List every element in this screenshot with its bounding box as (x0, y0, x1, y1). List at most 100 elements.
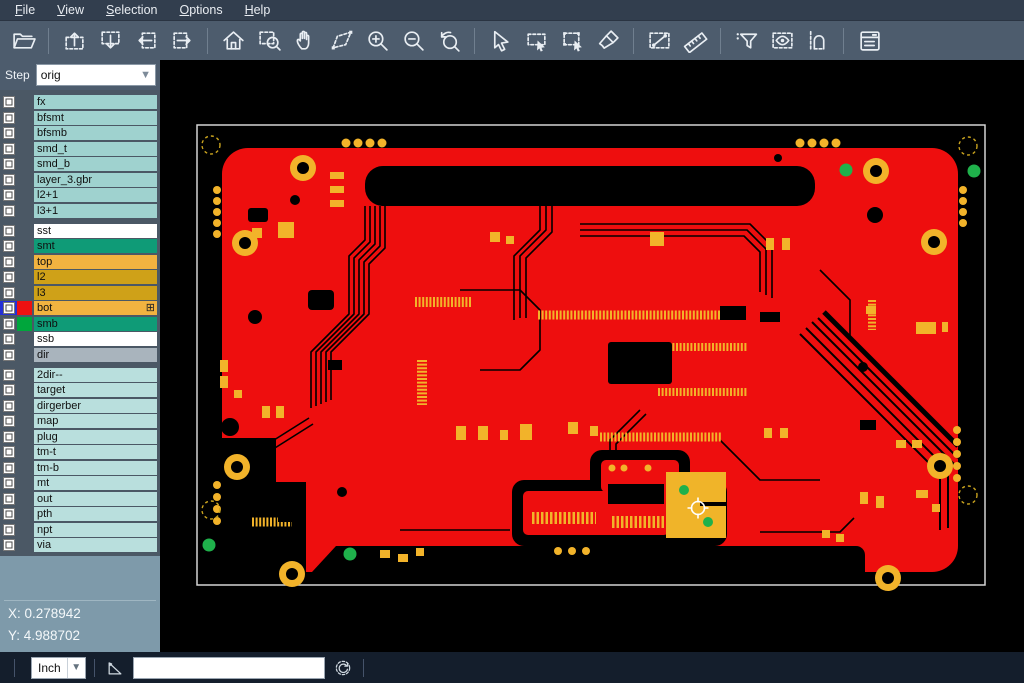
menu-help[interactable]: Help (234, 1, 282, 19)
layer-checkbox[interactable] (0, 507, 17, 521)
chevron-down-icon: ▼ (140, 69, 151, 81)
layer-checkbox[interactable] (0, 95, 17, 109)
layer-group-1: fx bfsmt bfsmb smd_t smd_b layer_3.gbr l… (0, 95, 160, 218)
layer-row-mt[interactable]: mt (0, 476, 160, 490)
layer-row-npt[interactable]: npt (0, 523, 160, 537)
layer-checkbox[interactable] (0, 348, 17, 362)
zoom-window-button[interactable] (254, 26, 284, 56)
layer-row-ssb[interactable]: ssb (0, 332, 160, 346)
layer-checkbox[interactable] (0, 239, 17, 253)
filter-button[interactable] (731, 26, 761, 56)
layer-checkbox[interactable] (0, 255, 17, 269)
layer-row-fx[interactable]: fx (0, 95, 160, 109)
refresh-button[interactable] (331, 656, 355, 680)
layer-checkbox[interactable] (0, 157, 17, 171)
layer-checkbox[interactable] (0, 204, 17, 218)
layer-checkbox[interactable] (0, 111, 17, 125)
layer-checkbox[interactable] (0, 317, 17, 331)
layer-label: l2 (37, 270, 157, 284)
layer-row-dir[interactable]: dir (0, 348, 160, 362)
layer-checkbox[interactable] (0, 270, 17, 284)
layer-row-smb[interactable]: smb (0, 317, 160, 331)
select-rect-button[interactable] (521, 26, 551, 56)
layer-checkbox[interactable] (0, 368, 17, 382)
layer-checkbox[interactable] (0, 286, 17, 300)
select-cursor-button[interactable] (485, 26, 515, 56)
layer-row-top[interactable]: top (0, 255, 160, 269)
step-dropdown[interactable]: orig ▼ (36, 64, 156, 86)
layer-row-sst[interactable]: sst (0, 224, 160, 238)
report-list-button[interactable] (854, 26, 884, 56)
layer-color-swatch (17, 286, 32, 300)
layer-checkbox[interactable] (0, 142, 17, 156)
zoom-previous-button[interactable] (434, 26, 464, 56)
layer-checkbox[interactable] (0, 126, 17, 140)
layer-row-bot[interactable]: bot⊞ (0, 301, 160, 315)
layer-row-via[interactable]: via (0, 538, 160, 552)
layer-row-l3[interactable]: l3 (0, 286, 160, 300)
menu-view[interactable]: View (46, 1, 95, 19)
import-right-button[interactable] (167, 26, 197, 56)
layer-row-smd_b[interactable]: smd_b (0, 157, 160, 171)
layer-checkbox[interactable] (0, 461, 17, 475)
layer-checkbox[interactable] (0, 399, 17, 413)
layer-row-tm-t[interactable]: tm-t (0, 445, 160, 459)
clear-brush-button[interactable] (593, 26, 623, 56)
ruler-button[interactable] (680, 26, 710, 56)
measure-points-button[interactable] (644, 26, 674, 56)
layer-row-out[interactable]: out (0, 492, 160, 506)
measure-box-icon (647, 28, 672, 53)
pan-button[interactable] (290, 26, 320, 56)
layer-row-target[interactable]: target (0, 383, 160, 397)
report-list-icon (857, 28, 882, 53)
layer-checkbox[interactable] (0, 538, 17, 552)
layer-label: l2+1 (37, 188, 157, 202)
layer-row-2dir[interactable]: 2dir-- (0, 368, 160, 382)
zoom-in-button[interactable] (362, 26, 392, 56)
layer-row-l2plus1[interactable]: l2+1 (0, 188, 160, 202)
menu-selection[interactable]: Selection (95, 1, 168, 19)
select-group-button[interactable] (557, 26, 587, 56)
menu-options[interactable]: Options (168, 1, 233, 19)
layer-row-layer_3[interactable]: layer_3.gbr (0, 173, 160, 187)
pcb-viewport[interactable] (160, 60, 1024, 652)
import-up-button[interactable] (59, 26, 89, 56)
import-left-button[interactable] (131, 26, 161, 56)
layer-row-bfsmb[interactable]: bfsmb (0, 126, 160, 140)
layer-checkbox[interactable] (0, 523, 17, 537)
layer-checkbox[interactable] (0, 224, 17, 238)
zoom-out-button[interactable] (398, 26, 428, 56)
layer-checkbox[interactable] (0, 476, 17, 490)
layer-row-smt[interactable]: smt (0, 239, 160, 253)
layer-checkbox[interactable] (0, 332, 17, 346)
layer-checkbox[interactable] (0, 414, 17, 428)
layer-row-smd_t[interactable]: smd_t (0, 142, 160, 156)
corner-snap-button[interactable] (103, 656, 127, 680)
zoom-polygon-button[interactable] (326, 26, 356, 56)
layer-checkbox[interactable] (0, 492, 17, 506)
highlight-eye-button[interactable] (767, 26, 797, 56)
layer-checkbox[interactable] (0, 173, 17, 187)
layer-label: layer_3.gbr (37, 173, 157, 187)
layer-row-l3plus1[interactable]: l3+1 (0, 204, 160, 218)
layer-checkbox[interactable] (0, 188, 17, 202)
layer-row-map[interactable]: map (0, 414, 160, 428)
layer-row-dirgerber[interactable]: dirgerber (0, 399, 160, 413)
layer-row-plug[interactable]: plug (0, 430, 160, 444)
layer-row-l2[interactable]: l2 (0, 270, 160, 284)
import-down-button[interactable] (95, 26, 125, 56)
layer-checkbox[interactable] (0, 445, 17, 459)
unit-dropdown[interactable]: Inch ▼ (31, 657, 86, 679)
statusbar: Inch ▼ (0, 652, 1024, 683)
layer-row-pth[interactable]: pth (0, 507, 160, 521)
layer-checkbox[interactable] (0, 430, 17, 444)
layer-row-tm-b[interactable]: tm-b (0, 461, 160, 475)
home-view-button[interactable] (218, 26, 248, 56)
command-input[interactable] (133, 657, 325, 679)
layer-checkbox-selected[interactable] (0, 301, 17, 315)
layer-checkbox[interactable] (0, 383, 17, 397)
open-file-button[interactable] (8, 26, 38, 56)
layer-row-bfsmt[interactable]: bfsmt (0, 111, 160, 125)
menu-file[interactable]: File (4, 1, 46, 19)
snap-button[interactable] (803, 26, 833, 56)
